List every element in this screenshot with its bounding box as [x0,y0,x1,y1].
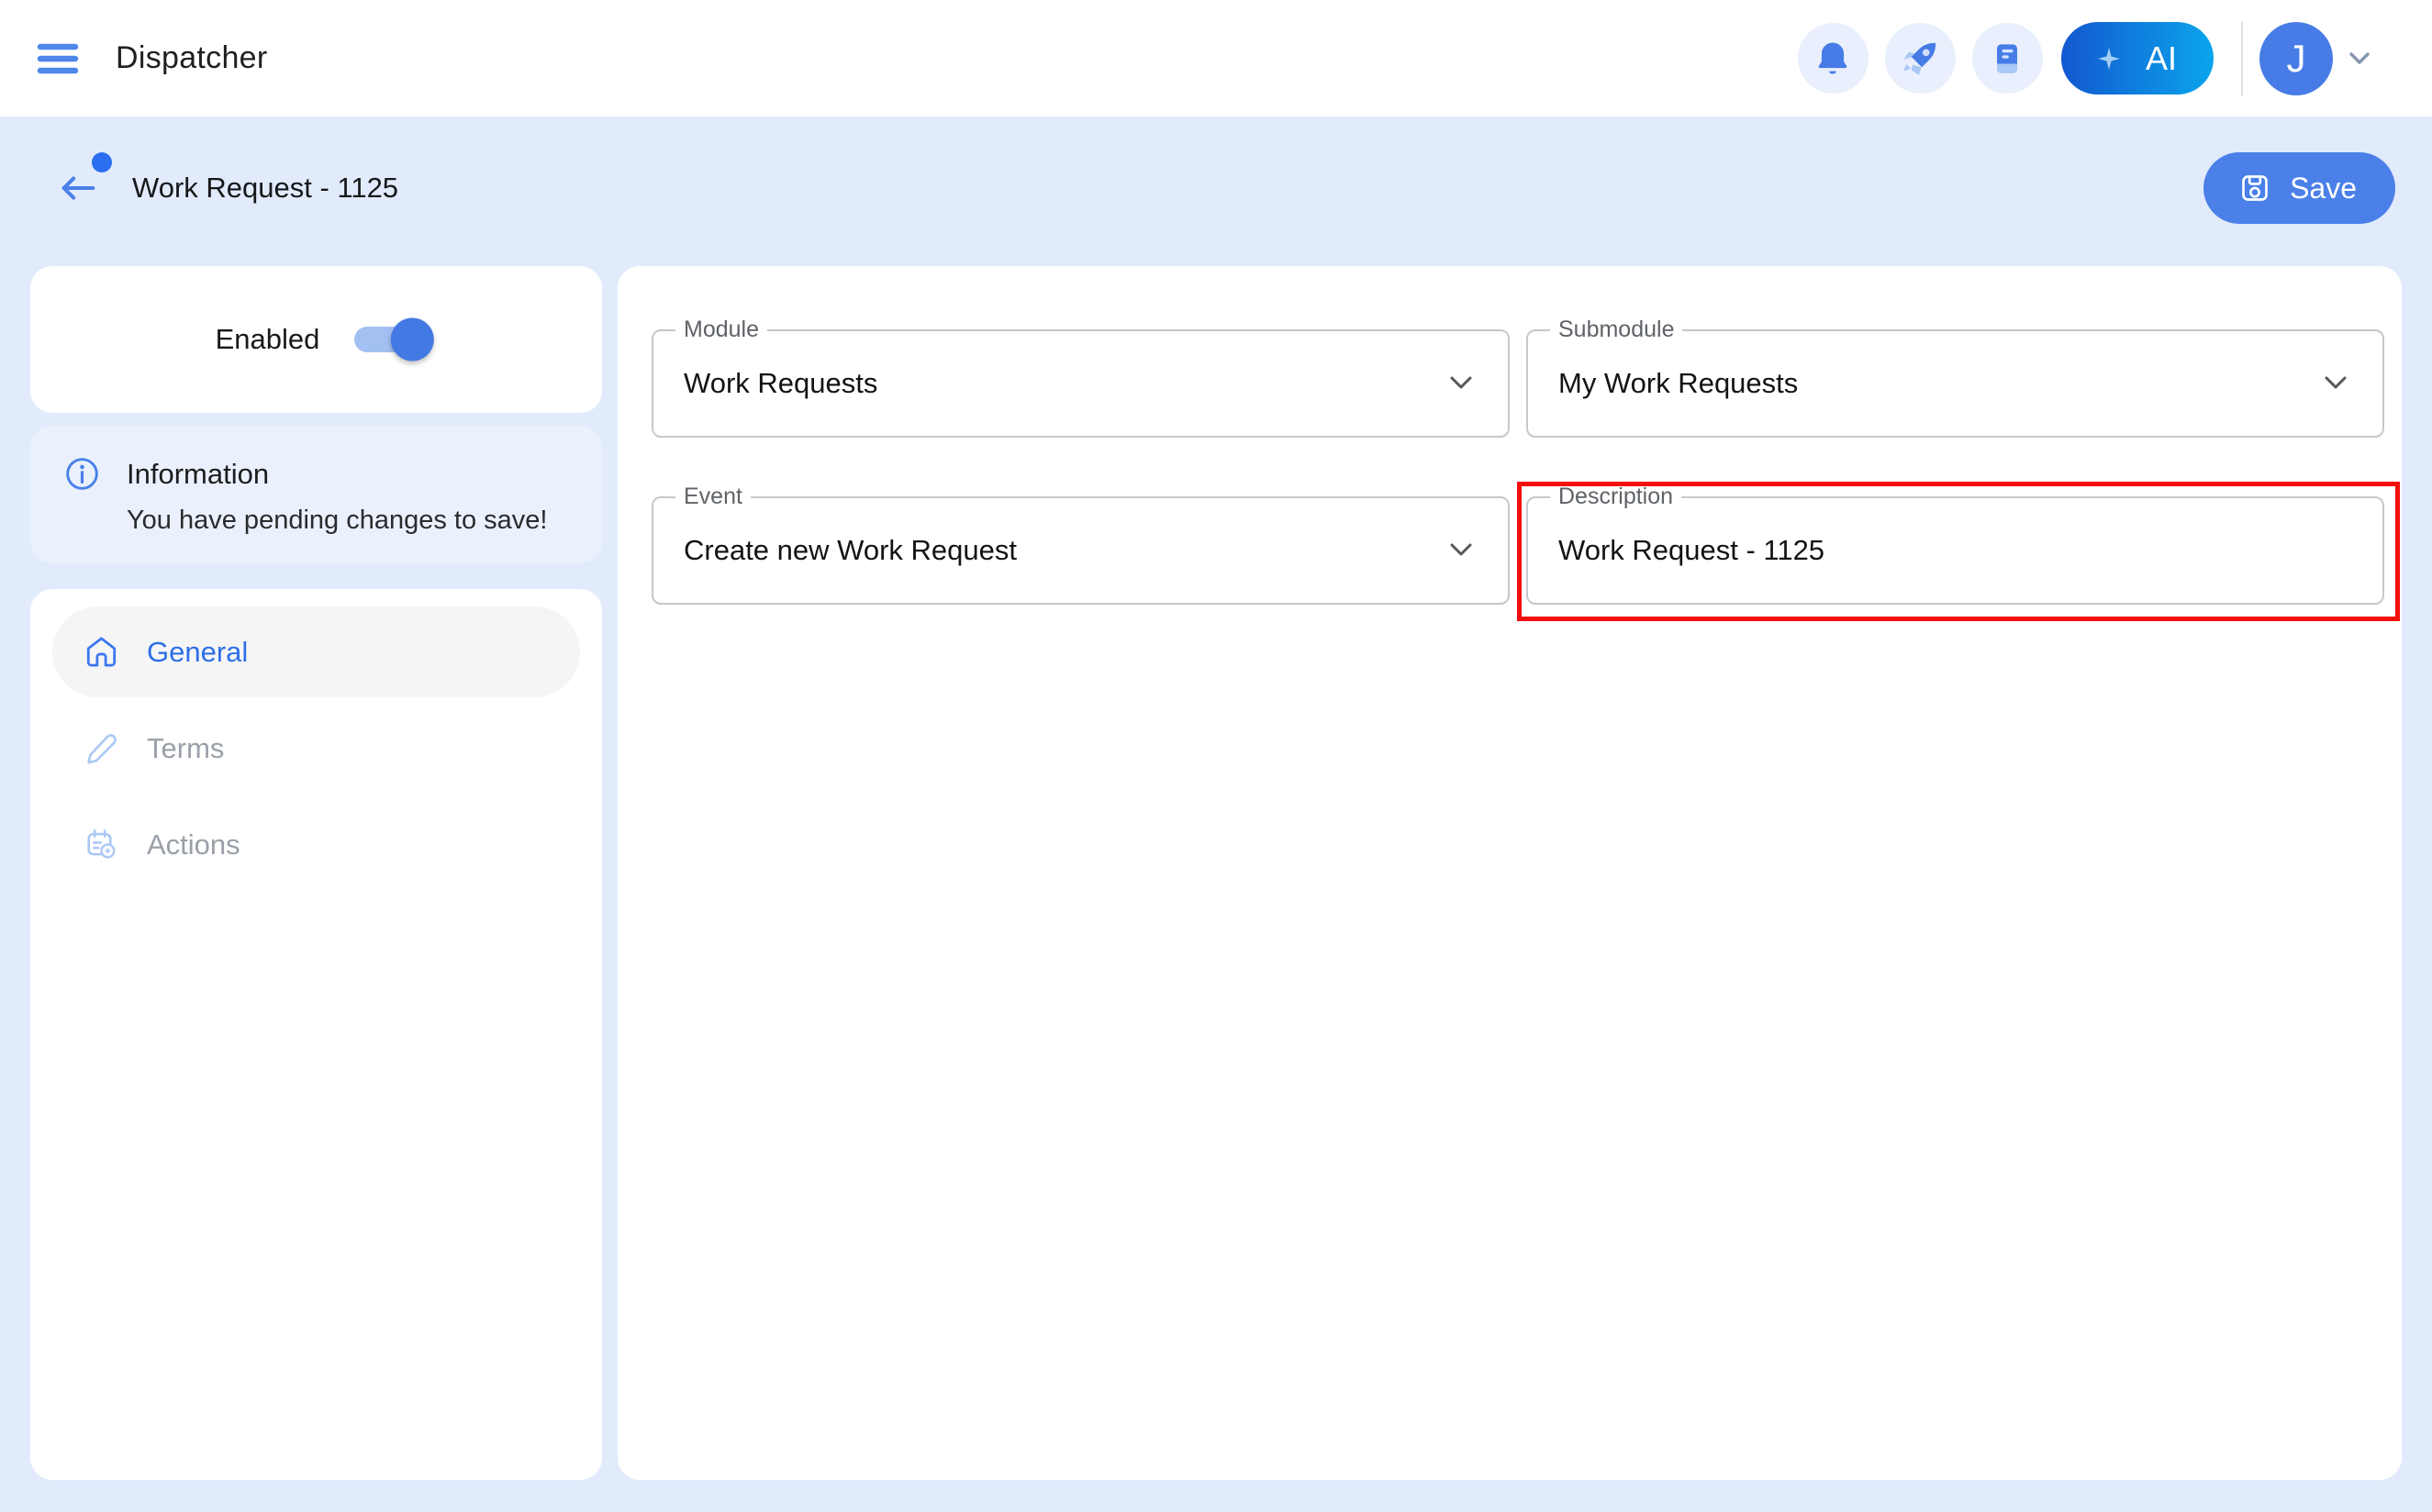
hamburger-menu-icon[interactable] [37,40,79,77]
sidebar-item-label: Terms [147,732,224,765]
event-select[interactable]: Event Create new Work Request [652,496,1510,605]
sidebar-nav: General Terms [30,589,602,1480]
sidebar-item-general[interactable]: General [52,606,580,697]
ai-button-label: AI [2146,39,2177,78]
unsaved-changes-dot [92,152,112,172]
description-input[interactable]: Description Work Request - 1125 [1526,496,2384,605]
information-card: Information You have pending changes to … [30,426,602,563]
enabled-label: Enabled [216,323,320,356]
sidebar-item-actions[interactable]: Actions [52,799,580,890]
sidebar-item-terms[interactable]: Terms [52,703,580,794]
info-message: You have pending changes to save! [127,506,569,536]
avatar[interactable]: J [2259,22,2333,95]
pencil-icon [84,730,119,766]
sidebar: Enabled Information You have pending cha… [30,266,602,1480]
chevron-down-icon [2322,373,2349,394]
module-label: Module [675,316,767,343]
enabled-toggle[interactable] [354,327,417,352]
description-field-wrapper: Description Work Request - 1125 [1526,496,2384,605]
submodule-select[interactable]: Submodule My Work Requests [1526,329,2384,438]
sparkle-icon [2092,42,2125,75]
description-label: Description [1550,483,1681,510]
info-title: Information [127,458,269,491]
app-title: Dispatcher [116,40,268,76]
module-value: Work Requests [684,367,877,400]
save-button-label: Save [2290,172,2357,206]
back-arrow-icon [57,167,99,209]
toggle-knob [391,318,434,361]
floppy-disk-icon [2237,170,2273,206]
avatar-initial: J [2287,37,2306,81]
bell-icon [1813,39,1853,79]
back-button[interactable] [57,167,99,209]
calendar-plus-icon [84,827,119,862]
module-select[interactable]: Module Work Requests [652,329,1510,438]
page-header: Work Request - 1125 Save [0,117,2432,260]
notifications-button[interactable] [1798,23,1869,94]
topbar: Dispatcher [0,0,2432,117]
journal-icon [1987,39,2027,79]
save-button[interactable]: Save [2203,152,2395,224]
sidebar-item-label: Actions [147,828,240,862]
general-form-card: Module Work Requests Submodule My Work R… [618,266,2402,1480]
submodule-value: My Work Requests [1558,367,1798,400]
event-value: Create new Work Request [684,534,1017,567]
content: Enabled Information You have pending cha… [0,260,2432,1480]
sidebar-item-label: General [147,636,248,669]
submodule-label: Submodule [1550,316,1682,343]
topbar-divider [2241,22,2243,95]
chevron-down-icon [1447,540,1475,561]
home-icon [84,634,119,670]
chevron-down-icon [1447,373,1475,394]
event-label: Event [675,483,751,510]
page-title: Work Request - 1125 [132,172,398,205]
documentation-button[interactable] [1972,23,2043,94]
ai-assistant-button[interactable]: AI [2061,22,2214,94]
description-value: Work Request - 1125 [1558,534,1824,567]
enabled-card: Enabled [30,266,602,413]
rocket-icon [1899,38,1941,80]
info-circle-icon [63,455,101,493]
chevron-down-icon[interactable] [2344,47,2375,71]
launch-button[interactable] [1885,23,1956,94]
